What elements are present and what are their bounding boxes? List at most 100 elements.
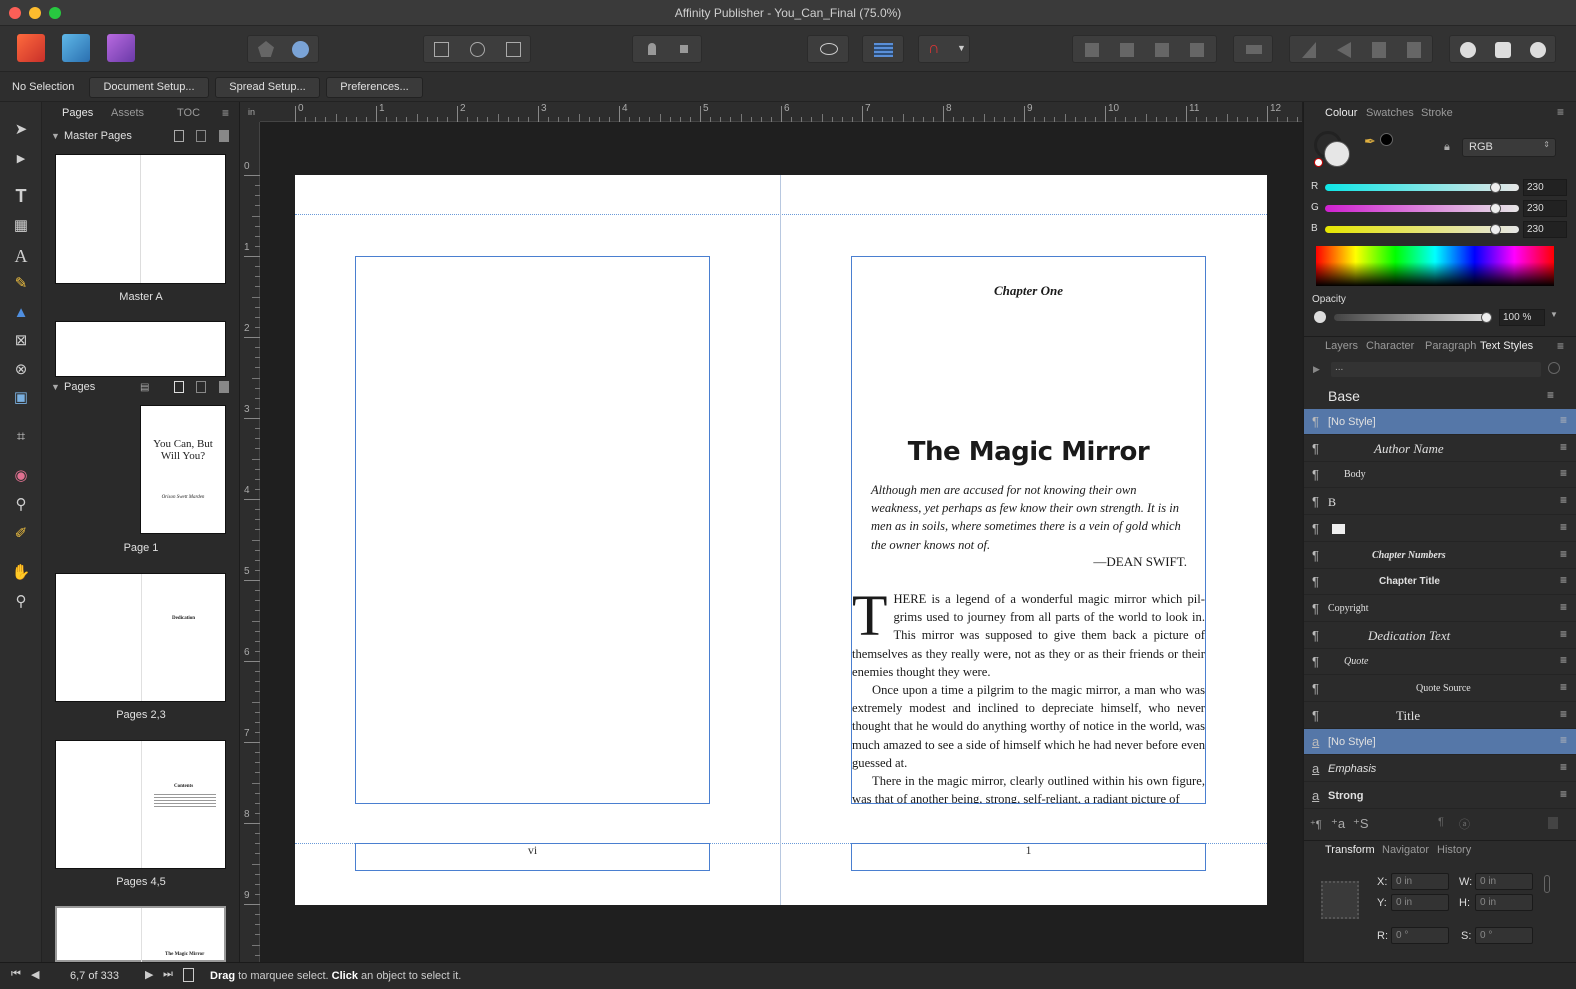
paragraph-style-row[interactable]: ¶ Quote ≡ <box>1304 649 1576 676</box>
page-options-icon[interactable] <box>183 968 194 982</box>
colour-model-select[interactable]: RGB ⇕ <box>1462 138 1556 157</box>
snapping-button[interactable]: ∩ ▼ <box>918 35 970 63</box>
move-forward-icon[interactable] <box>1155 43 1169 57</box>
tab-toc[interactable]: TOC <box>177 107 200 119</box>
master-b-thumbnail[interactable] <box>55 321 226 377</box>
transparency-tool-icon[interactable]: ✐ <box>9 522 33 546</box>
paragraph-style-row[interactable]: ¶ ≡ <box>1304 516 1576 542</box>
red-slider-knob[interactable] <box>1490 182 1501 193</box>
style-menu-icon[interactable]: ≡ <box>1560 440 1567 454</box>
tab-transform[interactable]: Transform <box>1325 844 1375 856</box>
paragraph-style-row[interactable]: ¶ Author Name ≡ <box>1304 436 1576 462</box>
opacity-dropdown-icon[interactable]: ▼ <box>1550 310 1558 319</box>
ellipse-frame-tool-icon[interactable]: ⊗ <box>9 358 33 382</box>
pages-options-icon[interactable]: ▤ <box>140 382 149 393</box>
x-field[interactable]: 0 in <box>1391 873 1449 890</box>
photo-persona-icon[interactable] <box>62 34 90 62</box>
style-menu-icon[interactable]: ≡ <box>1560 627 1567 641</box>
hand-tool-icon[interactable]: ✋ <box>9 561 33 585</box>
table-tool-icon[interactable]: ▦ <box>9 214 33 238</box>
paragraph-style-row[interactable]: ¶ Title ≡ <box>1304 703 1576 729</box>
play-icon[interactable]: ▶ <box>1313 364 1320 375</box>
style-menu-icon[interactable]: ≡ <box>1560 466 1567 480</box>
blue-slider-knob[interactable] <box>1490 224 1501 235</box>
paragraph-style-row[interactable]: ¶ [No Style] ≡ <box>1304 409 1576 435</box>
anchor-selector[interactable] <box>1321 881 1359 919</box>
tab-assets[interactable]: Assets <box>111 107 144 119</box>
tab-swatches[interactable]: Swatches <box>1366 107 1414 119</box>
align-button[interactable] <box>1233 35 1273 63</box>
opacity-slider[interactable] <box>1334 314 1489 321</box>
left-text-frame[interactable] <box>355 256 710 804</box>
flip-horizontal-icon[interactable] <box>1302 42 1316 58</box>
green-value[interactable]: 230 <box>1523 200 1567 217</box>
duplicate-master-icon[interactable] <box>196 130 206 142</box>
pen-tool-icon[interactable]: ✎ <box>9 272 33 296</box>
style-menu-icon[interactable]: ≡ <box>1560 760 1567 774</box>
tab-paragraph[interactable]: Paragraph <box>1425 340 1476 352</box>
page-spread[interactable]: vi Chapter One The Magic Mirror Although… <box>295 175 1267 905</box>
delete-page-icon[interactable] <box>219 381 229 393</box>
add-master-icon[interactable] <box>174 130 184 142</box>
style-menu-icon[interactable]: ≡ <box>1560 680 1567 694</box>
none-colour-icon[interactable] <box>1314 158 1323 167</box>
page-indicator[interactable]: 6,7 of 333 <box>70 970 119 982</box>
canvas-area[interactable]: in 0 1 2 3 4 5 6 7 8 9 10 11 12 0123456789 vi Chapte… <box>240 102 1302 962</box>
intersect-icon[interactable] <box>1530 42 1546 58</box>
style-menu-icon[interactable]: ≡ <box>1560 787 1567 801</box>
eyedropper-icon[interactable]: ✒ <box>1364 133 1376 150</box>
duplicate-page-icon[interactable] <box>196 381 206 393</box>
first-page-icon[interactable]: ⏮ <box>11 968 21 981</box>
new-paragraph-style-icon[interactable]: ⁺¶ <box>1310 818 1322 831</box>
pages-2-3-thumbnail[interactable]: Dedication <box>55 573 226 702</box>
paragraph-style-row[interactable]: ¶ Quote Source ≡ <box>1304 676 1576 702</box>
style-menu-icon[interactable]: ≡ <box>1560 493 1567 507</box>
apply-character-style-icon[interactable]: ⓐ <box>1459 816 1470 832</box>
tab-navigator[interactable]: Navigator <box>1382 844 1429 856</box>
style-menu-icon[interactable]: ≡ <box>1560 653 1567 667</box>
fill-tool-icon[interactable]: ⚲ <box>9 493 33 517</box>
preferences-button[interactable]: Preferences... <box>326 77 423 98</box>
y-field[interactable]: 0 in <box>1391 894 1449 911</box>
panel-menu-icon[interactable]: ≡ <box>222 106 229 120</box>
new-style-from-selection-icon[interactable]: ⁺S <box>1353 816 1369 832</box>
paragraph-style-row[interactable]: ¶ Body ≡ <box>1304 462 1576 489</box>
zoom-tool-icon[interactable]: ⚲ <box>9 590 33 614</box>
left-folio-frame[interactable]: vi <box>355 843 710 871</box>
collapse-master-pages-icon[interactable]: ▼ <box>51 131 60 141</box>
artistic-text-tool-icon[interactable]: A <box>9 244 33 268</box>
styles-menu-icon[interactable]: ≡ <box>1557 339 1564 353</box>
green-slider-knob[interactable] <box>1490 203 1501 214</box>
clip-view-icon[interactable] <box>506 42 521 57</box>
character-style-row[interactable]: a Strong ≡ <box>1304 783 1576 809</box>
tab-text-styles[interactable]: Text Styles <box>1480 340 1533 352</box>
opacity-slider-knob[interactable] <box>1481 312 1492 323</box>
link-aspect-icon[interactable] <box>1544 875 1550 893</box>
paragraph-style-row[interactable]: ¶ Chapter Title ≡ <box>1304 569 1576 596</box>
panel-menu-icon[interactable]: ≡ <box>1557 105 1564 119</box>
shear-field[interactable]: 0 ° <box>1475 927 1533 944</box>
tab-layers[interactable]: Layers <box>1325 340 1358 352</box>
move-back-icon[interactable] <box>1120 43 1134 57</box>
group-menu-icon[interactable]: ≡ <box>1547 388 1554 402</box>
next-page-icon[interactable]: ▶ <box>145 968 153 981</box>
subtract-icon[interactable] <box>1495 42 1511 58</box>
style-menu-icon[interactable]: ≡ <box>1560 547 1567 561</box>
pin-icon[interactable] <box>648 43 656 55</box>
rotate-right-icon[interactable] <box>1407 42 1421 58</box>
node-tool-icon[interactable]: ▶ <box>9 147 33 171</box>
style-menu-icon[interactable]: ≡ <box>1560 600 1567 614</box>
right-text-frame[interactable]: Chapter One The Magic Mirror Although me… <box>851 256 1206 804</box>
paragraph-style-row[interactable]: ¶ Dedication Text ≡ <box>1304 623 1576 649</box>
preview-mode-button[interactable] <box>807 35 849 63</box>
h-field[interactable]: 0 in <box>1475 894 1533 911</box>
paragraph-style-row[interactable]: ¶ Chapter Numbers ≡ <box>1304 543 1576 569</box>
vertical-ruler[interactable]: 0 1 2 3 4 5 6 7 8 9 <box>240 122 260 962</box>
paragraph-style-row[interactable]: ¶ B ≡ <box>1304 489 1576 516</box>
move-to-back-icon[interactable] <box>1085 43 1099 57</box>
place-image-tool-icon[interactable]: ▣ <box>9 386 33 410</box>
style-menu-icon[interactable]: ≡ <box>1560 573 1567 587</box>
previous-page-icon[interactable]: ◀ <box>31 968 39 981</box>
lock-icon[interactable]: 🔒︎ <box>1444 141 1450 154</box>
style-menu-icon[interactable]: ≡ <box>1560 413 1567 427</box>
